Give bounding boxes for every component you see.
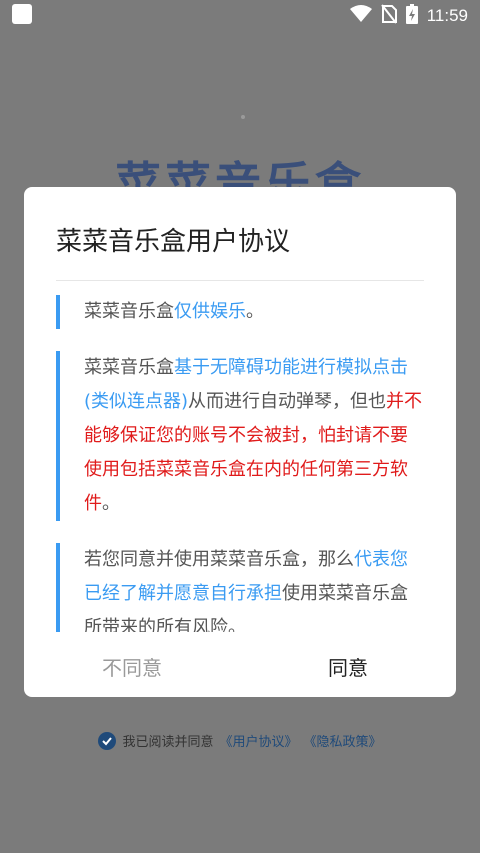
agreement-checkbox[interactable] (98, 731, 117, 750)
status-time: 11:59 (426, 6, 468, 25)
text-normal: 菜菜音乐盒 (84, 357, 174, 378)
dialog-content-scroll[interactable]: 菜菜音乐盒仅供娱乐。 菜菜音乐盒基于无障碍功能进行模拟点击(类似连点器)从而进行… (56, 295, 424, 632)
paragraph-consent: 若您同意并使用菜菜音乐盒，那么代表您已经了解并愿意自行承担使用菜菜音乐盒所带来的… (56, 543, 424, 632)
text-normal: 菜菜音乐盒 (84, 301, 174, 322)
agreement-text: 我已阅读并同意 (122, 735, 214, 750)
no-sim-icon (380, 4, 397, 28)
text-highlight-blue: 仅供娱乐 (174, 301, 246, 322)
user-agreement-link[interactable]: 《用户协议》 (219, 731, 297, 750)
agreement-footer: 我已阅读并同意 《用户协议》 《隐私政策》 (0, 731, 480, 750)
title-divider (56, 280, 424, 281)
text-normal: 。 (102, 493, 120, 514)
status-bar-left (12, 4, 32, 28)
text-normal: 。 (246, 301, 264, 322)
status-bar-right: 11:59 (349, 4, 468, 28)
text-normal: 从而进行自动弹琴，但也 (188, 391, 387, 412)
battery-charging-icon (405, 4, 418, 28)
paragraph-entertainment: 菜菜音乐盒仅供娱乐。 (56, 295, 424, 329)
dialog-buttons: 不同意 同意 (24, 635, 456, 697)
disagree-button[interactable]: 不同意 (24, 635, 240, 697)
background-decoration-dot (241, 115, 245, 119)
checkmark-icon (102, 736, 113, 745)
text-normal: 若您同意并使用菜菜音乐盒，那么 (84, 549, 354, 570)
notification-square-icon (12, 4, 32, 24)
user-agreement-dialog: 菜菜音乐盒用户协议 菜菜音乐盒仅供娱乐。 菜菜音乐盒基于无障碍功能进行模拟点击(… (24, 187, 456, 697)
wifi-icon (349, 5, 372, 27)
status-bar: 11:59 (0, 0, 480, 32)
paragraph-risk-warning: 菜菜音乐盒基于无障碍功能进行模拟点击(类似连点器)从而进行自动弹琴，但也并不能够… (56, 351, 424, 521)
agree-button[interactable]: 同意 (240, 635, 456, 697)
privacy-policy-link[interactable]: 《隐私政策》 (304, 731, 382, 750)
dialog-title: 菜菜音乐盒用户协议 (56, 227, 291, 257)
